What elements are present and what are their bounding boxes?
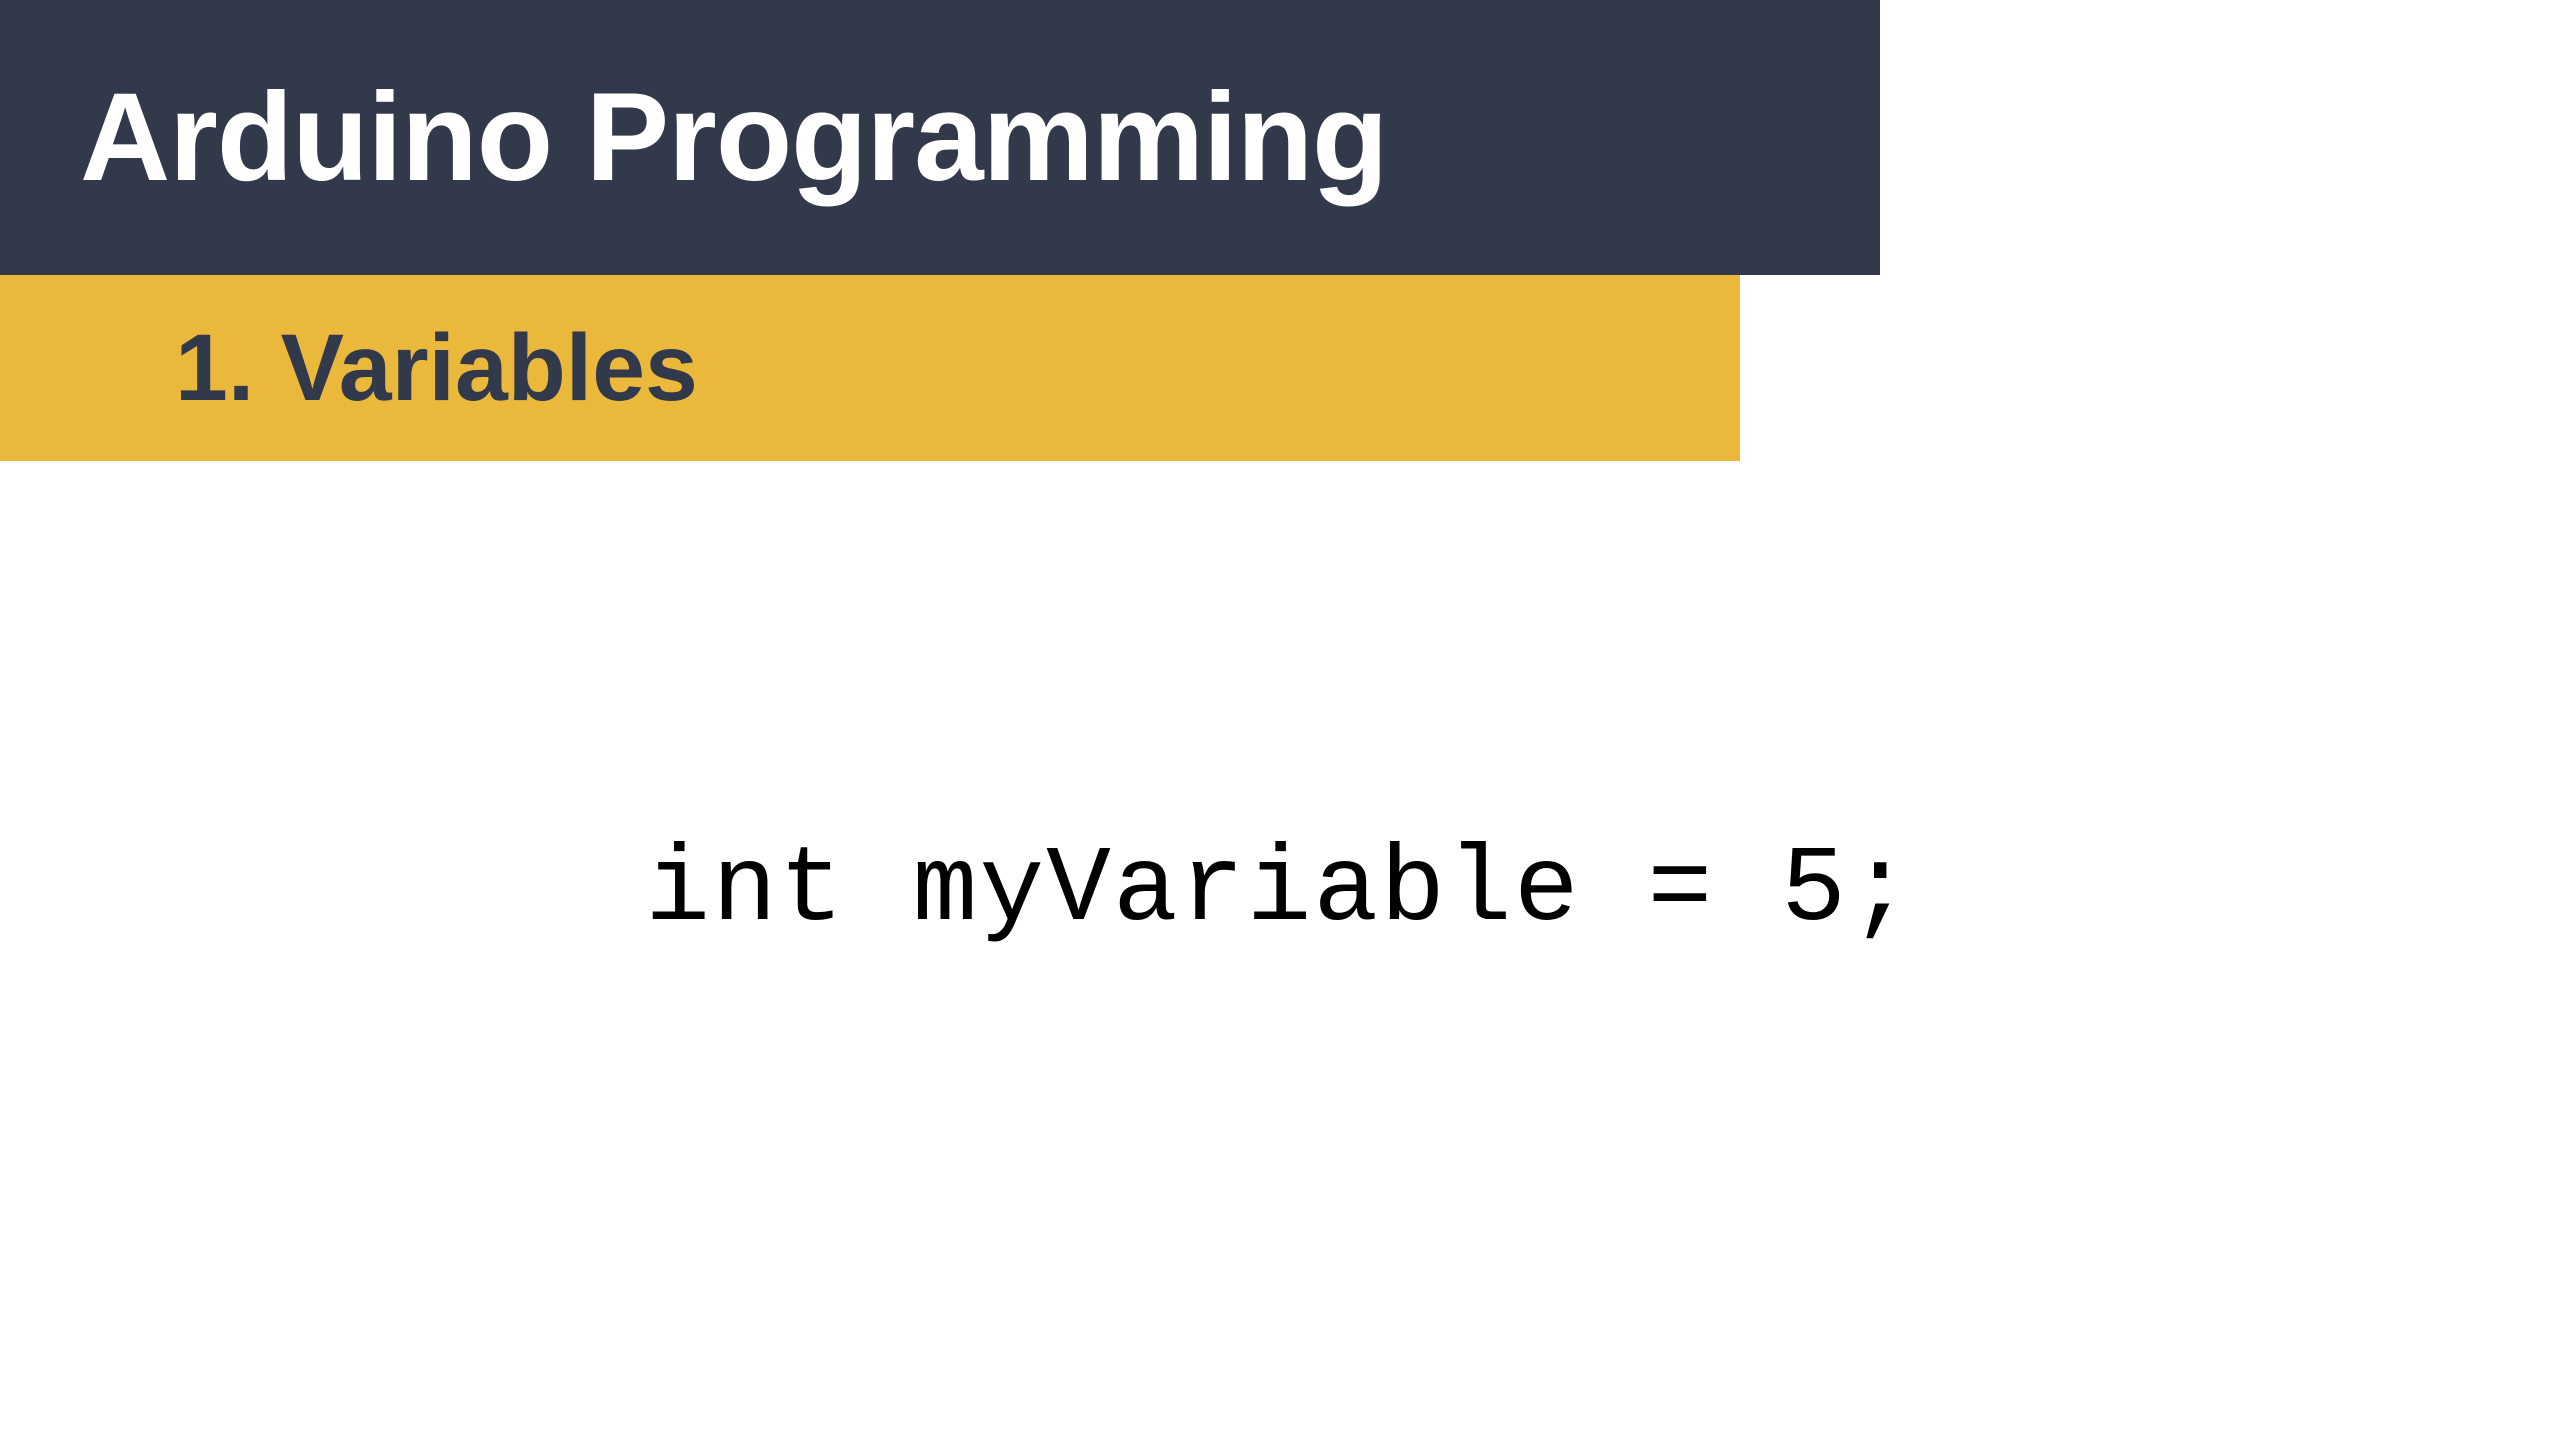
header-banner: Arduino Programming <box>0 0 1880 275</box>
subheader-banner: 1. Variables <box>0 275 1740 461</box>
page-title: Arduino Programming <box>80 66 1387 209</box>
section-heading: 1. Variables <box>175 314 698 423</box>
code-example-area: int myVariable = 5; <box>0 830 2560 952</box>
code-snippet: int myVariable = 5; <box>645 830 1914 952</box>
